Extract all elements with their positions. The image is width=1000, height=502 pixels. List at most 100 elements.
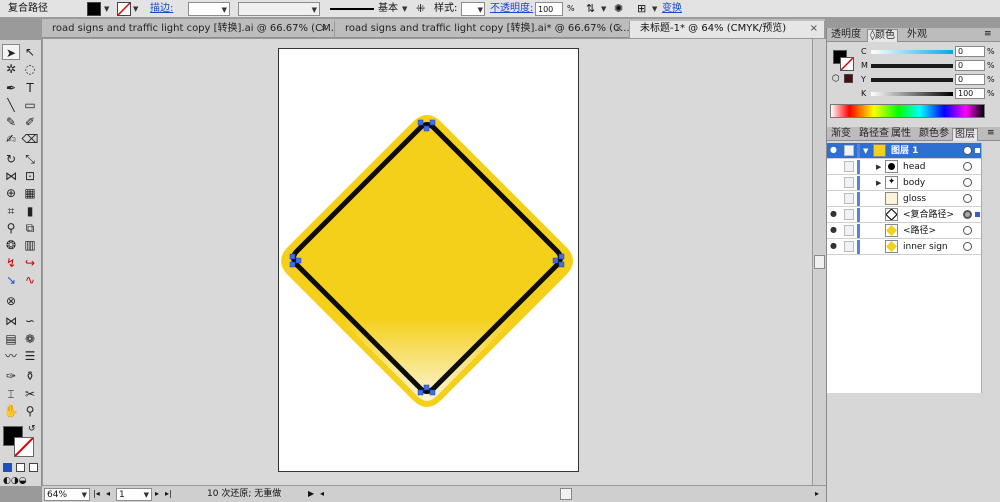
selection-indicator[interactable] bbox=[975, 212, 980, 217]
artboard[interactable] bbox=[278, 48, 579, 472]
pen-tool-icon[interactable]: ✒ bbox=[2, 80, 20, 96]
blend-tool-icon[interactable]: ⧉ bbox=[21, 220, 39, 236]
curve-tool-icon[interactable]: ↪ bbox=[21, 255, 39, 271]
style-swatch[interactable]: ▼ bbox=[461, 2, 485, 16]
layer-row-inner-sign[interactable]: ● inner sign bbox=[827, 239, 981, 255]
variable-width-field[interactable]: ▼ bbox=[238, 2, 320, 16]
visibility-eye-icon[interactable]: ● bbox=[830, 146, 840, 154]
wave-tool-icon[interactable]: ∿ bbox=[21, 272, 39, 288]
stroke-weight-field[interactable]: ▼ bbox=[188, 2, 230, 16]
lock-toggle[interactable] bbox=[844, 177, 854, 188]
warp-tool-icon[interactable]: ∽ bbox=[21, 313, 39, 329]
last-artboard-icon[interactable]: ▸| bbox=[165, 488, 172, 501]
pencil-tool-icon[interactable]: ✐ bbox=[21, 114, 39, 130]
live-paint-selection-tool-icon[interactable]: ⚱ bbox=[21, 368, 39, 384]
knife-tool-icon[interactable]: ✂ bbox=[21, 386, 39, 402]
selection-indicator[interactable] bbox=[975, 148, 980, 153]
channel-k-slider[interactable] bbox=[871, 92, 953, 96]
stroke-swatch[interactable] bbox=[117, 2, 131, 16]
channel-c-slider[interactable] bbox=[871, 50, 953, 54]
status-menu-icon[interactable]: ▶ bbox=[308, 488, 314, 501]
channel-k-field[interactable]: 100 bbox=[955, 88, 985, 99]
blob-brush-tool-icon[interactable]: ✍ bbox=[2, 131, 20, 147]
document-tab-2[interactable]: road signs and traffic light copy [转换].a… bbox=[335, 21, 630, 38]
tab-color-guide[interactable]: 颜色参 bbox=[917, 128, 951, 141]
channel-c-field[interactable]: 0 bbox=[955, 46, 985, 57]
close-icon[interactable]: × bbox=[615, 21, 623, 37]
column-graph-tool-icon[interactable]: ▥ bbox=[21, 237, 39, 253]
artboard-tool-icon[interactable]: ⋈ bbox=[2, 313, 20, 329]
width-tool-icon[interactable]: ⋈ bbox=[2, 168, 20, 184]
layer-row-layer1[interactable]: ● ▼ 图层 1 bbox=[827, 143, 981, 159]
canvas-area[interactable] bbox=[43, 39, 812, 485]
layer-name[interactable]: <路径> bbox=[903, 225, 936, 237]
document-tab-1[interactable]: road signs and traffic light copy [转换].a… bbox=[42, 21, 335, 38]
layer-row-head[interactable]: ▶ head bbox=[827, 159, 981, 175]
tab-gradient[interactable]: 渐变 bbox=[829, 128, 853, 141]
perspective-grid-tool-icon[interactable]: ▦ bbox=[21, 185, 39, 201]
selection-tool-icon[interactable]: ➤ bbox=[2, 44, 20, 60]
artboard-number-field[interactable]: 1 ▼ bbox=[116, 488, 152, 501]
target-circle-icon[interactable] bbox=[963, 146, 972, 155]
layer-row-compound-path[interactable]: ● <复合路径> bbox=[827, 207, 981, 223]
lock-toggle[interactable] bbox=[844, 193, 854, 204]
channel-m-slider[interactable] bbox=[871, 64, 953, 68]
next-artboard-icon[interactable]: ▸ bbox=[155, 488, 159, 501]
chevron-down-icon[interactable]: ▼ bbox=[652, 2, 657, 16]
tab-color[interactable]: ◊颜色 bbox=[867, 29, 898, 42]
scale-tool-icon[interactable]: ⤡ bbox=[21, 151, 39, 167]
target-circle-icon[interactable] bbox=[963, 162, 972, 171]
channel-y-field[interactable]: 0 bbox=[955, 74, 985, 85]
sign-outer-yellow[interactable] bbox=[281, 115, 573, 407]
crosshair-tool-icon[interactable]: ⊗ bbox=[2, 293, 20, 309]
line-tool-icon[interactable]: ╲ bbox=[2, 97, 20, 113]
chevron-down-icon[interactable]: ▼ bbox=[133, 2, 138, 16]
none-mode-icon[interactable] bbox=[29, 463, 38, 472]
hand-tool-icon[interactable]: ✋ bbox=[2, 403, 20, 419]
gamut-swatch[interactable] bbox=[844, 74, 853, 83]
list-tool-icon[interactable]: ☰ bbox=[21, 348, 39, 364]
chevron-down-icon[interactable]: ▼ bbox=[82, 489, 87, 501]
channel-m-field[interactable]: 0 bbox=[955, 60, 985, 71]
layer-row-body[interactable]: ▶ ✦ body bbox=[827, 175, 981, 191]
path-tool-icon[interactable]: ↘ bbox=[2, 272, 20, 288]
layers-scrollbar[interactable] bbox=[981, 143, 1000, 393]
chevron-down-icon[interactable]: ▼ bbox=[601, 2, 606, 16]
channel-y-slider[interactable] bbox=[871, 78, 953, 82]
color-spectrum[interactable] bbox=[830, 104, 985, 118]
lock-toggle[interactable] bbox=[844, 145, 854, 156]
symbol-tool-icon[interactable]: ↯ bbox=[2, 255, 20, 271]
document-tab-3[interactable]: 未标题-1* @ 64% (CMYK/预览) × bbox=[630, 21, 825, 38]
layer-name[interactable]: gloss bbox=[903, 193, 926, 205]
scroll-right-icon[interactable]: ▸ bbox=[815, 488, 819, 501]
rotate-tool-icon[interactable]: ↻ bbox=[2, 151, 20, 167]
color-mode-icon[interactable] bbox=[3, 463, 12, 472]
target-circle-icon[interactable] bbox=[963, 210, 972, 219]
chevron-down-icon[interactable]: ▼ bbox=[144, 489, 149, 501]
target-circle-icon[interactable] bbox=[963, 226, 972, 235]
type-tool-icon[interactable]: T bbox=[21, 80, 39, 96]
twirl-tool-icon[interactable]: ❁ bbox=[21, 331, 39, 347]
close-icon[interactable]: × bbox=[320, 21, 328, 37]
tab-pathfinder[interactable]: 路径查 bbox=[857, 128, 891, 141]
eraser-tool-icon[interactable]: ⌫ bbox=[21, 131, 39, 147]
road-sign-artwork[interactable] bbox=[279, 49, 580, 473]
draw-mode-icons[interactable]: ◐◑◒ bbox=[3, 476, 27, 486]
stroke-color-swatch[interactable] bbox=[14, 437, 34, 457]
tab-transparency[interactable]: 透明度 bbox=[829, 29, 863, 42]
magic-wand-tool-icon[interactable]: ✲ bbox=[2, 61, 20, 77]
live-paint-tool-icon[interactable]: ✑ bbox=[2, 368, 20, 384]
direct-selection-tool-icon[interactable]: ↖ bbox=[21, 44, 39, 60]
crop-tool-icon[interactable]: ⌶ bbox=[2, 386, 20, 402]
tab-appearance[interactable]: 外观 bbox=[905, 29, 929, 42]
gear-icon[interactable]: ✺ bbox=[614, 2, 623, 16]
layer-name[interactable]: <复合路径> bbox=[903, 209, 954, 221]
scroll-thumb[interactable] bbox=[814, 255, 825, 269]
swap-colors-icon[interactable]: ↺ bbox=[28, 424, 36, 434]
rectangle-tool-icon[interactable]: ▭ bbox=[21, 97, 39, 113]
opacity-field[interactable]: 100 bbox=[535, 2, 563, 16]
eyedropper-tool-icon[interactable]: ⚲ bbox=[2, 220, 20, 236]
layer-name[interactable]: inner sign bbox=[903, 241, 948, 253]
fill-swatch[interactable] bbox=[87, 2, 101, 16]
gradient-tool-icon[interactable]: ▮ bbox=[21, 203, 39, 219]
